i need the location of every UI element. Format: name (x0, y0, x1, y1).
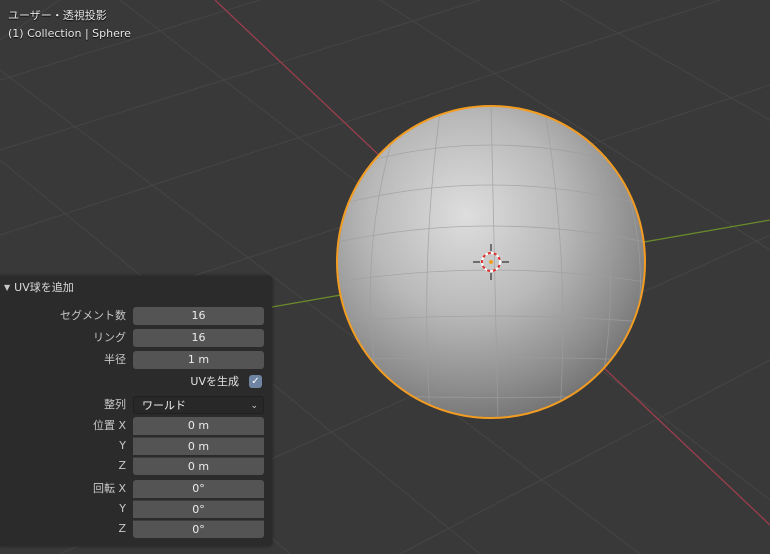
rings-field[interactable]: 16 (133, 329, 264, 347)
rotation-z-label: Z (118, 522, 126, 535)
radius-row: 半径 1 m (0, 351, 272, 369)
rings-label: リング (93, 331, 126, 344)
location-y-row: Y 0 m (0, 437, 272, 455)
align-dropdown[interactable]: ワールド ⌄ (133, 396, 264, 414)
rotation-y-row: Y 0° (0, 500, 272, 518)
radius-field[interactable]: 1 m (133, 351, 264, 369)
segments-row: セグメント数 16 (0, 307, 272, 325)
align-label: 整列 (104, 398, 126, 411)
rotation-y-field[interactable]: 0° (133, 500, 264, 518)
segments-label: セグメント数 (60, 309, 126, 322)
rotation-y-label: Y (119, 502, 126, 515)
generate-uvs-row[interactable]: UVを生成 ✓ (0, 373, 272, 391)
operator-panel-uv-sphere: ▼ UV球を追加 セグメント数 16 リング 16 半径 1 m UVを生成 ✓… (0, 276, 272, 546)
rotation-x-label: 回転 X (92, 482, 126, 495)
location-z-field[interactable]: 0 m (133, 457, 264, 475)
rotation-x-row: 回転 X 0° (0, 480, 272, 498)
location-z-label: Z (118, 459, 126, 472)
align-row: 整列 ワールド ⌄ (0, 396, 272, 414)
generate-uvs-label[interactable]: UVを生成 (190, 373, 239, 391)
object-info-label: (1) Collection | Sphere (8, 27, 131, 40)
radius-label: 半径 (104, 353, 126, 366)
location-y-field[interactable]: 0 m (133, 437, 264, 455)
rotation-x-field[interactable]: 0° (133, 480, 264, 498)
rings-row: リング 16 (0, 329, 272, 347)
checkmark-icon: ✓ (251, 376, 260, 387)
operator-panel-header[interactable]: ▼ UV球を追加 (0, 276, 272, 298)
triangle-down-icon[interactable]: ▼ (4, 283, 10, 292)
chevron-down-icon: ⌄ (250, 401, 258, 411)
location-z-row: Z 0 m (0, 457, 272, 475)
segments-field[interactable]: 16 (133, 307, 264, 325)
location-x-label: 位置 X (92, 419, 126, 432)
location-x-row: 位置 X 0 m (0, 417, 272, 435)
generate-uvs-checkbox[interactable]: ✓ (249, 375, 262, 388)
view-name-label: ユーザー・透視投影 (8, 9, 107, 22)
operator-panel-title: UV球を追加 (14, 281, 74, 294)
rotation-z-row: Z 0° (0, 520, 272, 538)
location-x-field[interactable]: 0 m (133, 417, 264, 435)
location-y-label: Y (119, 439, 126, 452)
align-value: ワールド (142, 399, 186, 412)
rotation-z-field[interactable]: 0° (133, 520, 264, 538)
